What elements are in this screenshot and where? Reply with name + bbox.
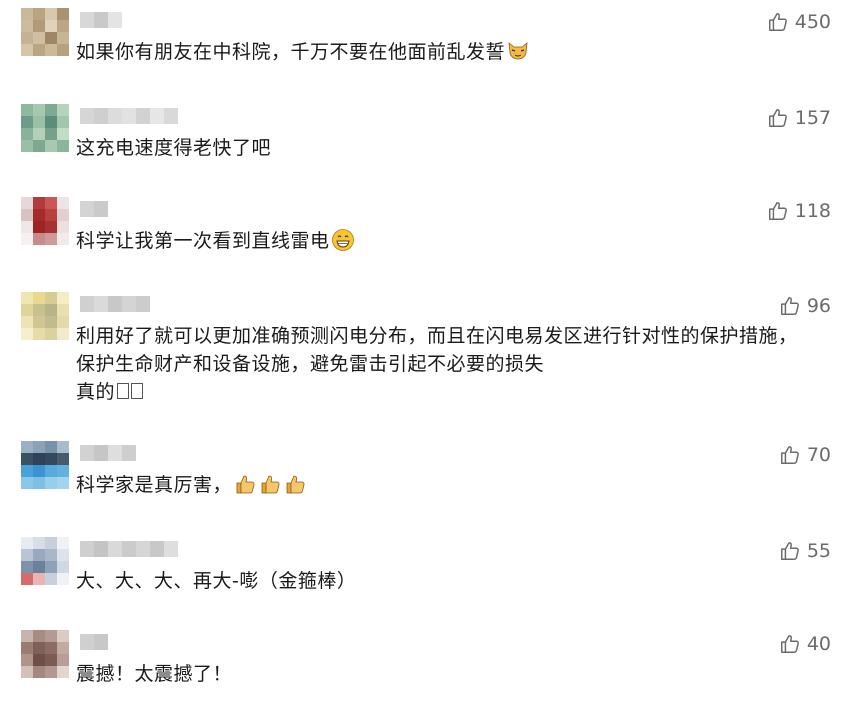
like-button[interactable]: 40 — [779, 633, 831, 655]
thumbs-up-icon — [767, 200, 789, 222]
comment-body: 科学让我第一次看到直线雷电 — [76, 230, 330, 252]
like-button[interactable]: 118 — [767, 200, 831, 222]
comment-text: 如果你有朋友在中科院，千万不要在他面前乱发誓 — [76, 38, 816, 66]
like-button[interactable]: 96 — [779, 295, 831, 317]
comment-item: 450 如果你有朋友在中科院，千万不要在他面前乱发誓 — [0, 8, 867, 98]
grin-face-icon — [330, 229, 355, 252]
comment-text: 这充电速度得老快了吧 — [76, 134, 816, 162]
like-button[interactable]: 55 — [779, 540, 831, 562]
avatar[interactable] — [21, 104, 69, 152]
comment-text: 利用好了就可以更加准确预测闪电分布，而且在闪电易发区进行针对性的保护措施，保护生… — [76, 322, 816, 406]
comment-text: 震撼！太震撼了！ — [76, 660, 816, 688]
thumbs-up-icon — [767, 107, 789, 129]
comment-item: 157 这充电速度得老快了吧 — [0, 104, 867, 194]
like-button[interactable]: 450 — [767, 11, 831, 33]
comment-body: 震撼！太震撼了！ — [76, 663, 233, 685]
like-count: 55 — [806, 540, 831, 562]
thumbs-up-emoji-icon — [282, 474, 307, 496]
username[interactable] — [80, 12, 122, 28]
thumbs-up-icon — [779, 540, 801, 562]
thumbs-up-emoji-icon — [257, 474, 282, 496]
comment-body: 大、大、大、再大-嘭（金箍棒） — [76, 570, 357, 592]
comment-item: 40 震撼！太震撼了！ — [0, 630, 867, 720]
avatar[interactable] — [21, 630, 69, 678]
thumbs-up-icon — [779, 295, 801, 317]
username[interactable] — [80, 634, 108, 650]
like-count: 70 — [806, 444, 831, 466]
like-count: 96 — [806, 295, 831, 317]
comment-item: 118 科学让我第一次看到直线雷电 — [0, 197, 867, 287]
like-count: 450 — [794, 11, 831, 33]
username[interactable] — [80, 445, 136, 461]
avatar[interactable] — [21, 8, 69, 56]
like-count: 118 — [794, 200, 831, 222]
avatar[interactable] — [21, 441, 69, 489]
comment-body: 这充电速度得老快了吧 — [76, 137, 272, 159]
comment-body: 利用好了就可以更加准确预测闪电分布，而且在闪电易发区进行针对性的保护措施，保护生… — [76, 325, 798, 403]
missing-glyph-icon — [117, 383, 130, 399]
like-button[interactable]: 70 — [779, 444, 831, 466]
thumbs-up-icon — [779, 444, 801, 466]
comment-item: 96 利用好了就可以更加准确预测闪电分布，而且在闪电易发区进行针对性的保护措施，保… — [0, 292, 867, 403]
comment-text: 科学让我第一次看到直线雷电 — [76, 227, 816, 255]
comment-body: 如果你有朋友在中科院，千万不要在他面前乱发誓 — [76, 41, 506, 63]
comment-item: 70 科学家是真厉害， — [0, 441, 867, 531]
avatar[interactable] — [21, 292, 69, 340]
thumbs-up-icon — [767, 11, 789, 33]
username[interactable] — [80, 201, 108, 217]
avatar[interactable] — [21, 537, 69, 585]
comment-item: 55 大、大、大、再大-嘭（金箍棒） — [0, 537, 867, 627]
username[interactable] — [80, 108, 178, 124]
avatar[interactable] — [21, 197, 69, 245]
like-button[interactable]: 157 — [767, 107, 831, 129]
comment-text: 大、大、大、再大-嘭（金箍棒） — [76, 567, 816, 595]
thumbs-up-icon — [779, 633, 801, 655]
like-count: 157 — [794, 107, 831, 129]
missing-glyph-icon — [131, 383, 144, 399]
thumbs-up-emoji-icon — [232, 474, 257, 496]
like-count: 40 — [806, 633, 831, 655]
cat-face-icon — [505, 41, 530, 63]
username[interactable] — [80, 296, 150, 312]
comment-text: 科学家是真厉害， — [76, 471, 816, 499]
comment-body: 科学家是真厉害， — [76, 474, 233, 496]
username[interactable] — [80, 541, 178, 557]
